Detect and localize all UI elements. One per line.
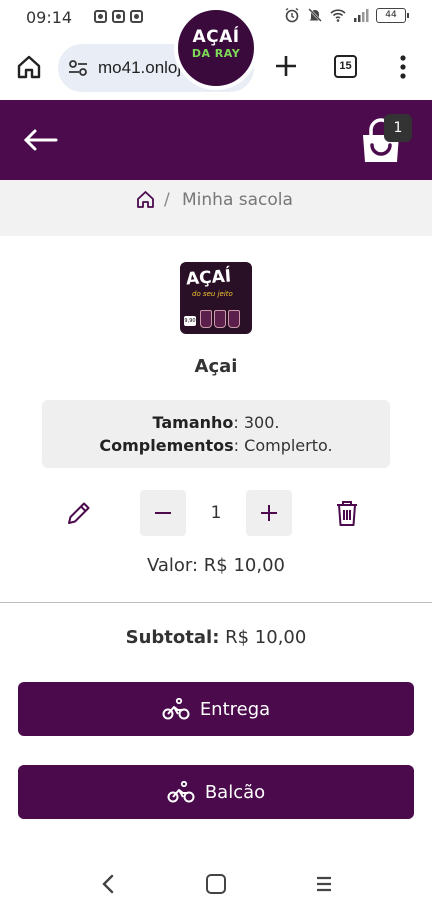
- breadcrumb-separator: /: [164, 190, 170, 210]
- nav-recents-icon[interactable]: [315, 875, 333, 893]
- product-image-title: AÇAÍ: [185, 266, 232, 290]
- counter-label: Balcão: [204, 781, 266, 803]
- system-navigation-bar: [0, 855, 432, 912]
- more-menu-icon[interactable]: [398, 54, 408, 80]
- cup-shape: [200, 310, 212, 328]
- tab-switcher-button[interactable]: 15: [334, 55, 357, 78]
- notification-icons: [94, 10, 143, 23]
- new-tab-icon[interactable]: [274, 54, 298, 78]
- edit-pencil-icon[interactable]: [66, 500, 92, 526]
- cup-shape: [228, 310, 240, 328]
- product-image-subtitle: do seu jeito: [192, 290, 233, 298]
- divider: [0, 602, 432, 603]
- logo-title: AÇAÍ: [192, 27, 240, 47]
- app-header: [0, 100, 432, 180]
- breadcrumb-current: Minha sacola: [182, 190, 293, 210]
- delivery-label: Entrega: [199, 698, 271, 720]
- logo-subtitle: DA RAY: [191, 47, 241, 60]
- delivery-button[interactable]: Entrega: [18, 682, 414, 736]
- decrease-quantity-button[interactable]: [140, 490, 186, 536]
- home-icon[interactable]: [16, 54, 42, 80]
- site-settings-icon[interactable]: [68, 59, 88, 77]
- quantity-value: 1: [210, 503, 222, 523]
- product-options: Tamanho: 300. Complementos: Complerto.: [42, 400, 390, 468]
- counter-pickup-button[interactable]: Balcão: [18, 765, 414, 819]
- notification-icon: [130, 10, 143, 23]
- product-image: AÇAÍ do seu jeito 9,90: [180, 262, 252, 334]
- option-size: Tamanho: 300.: [152, 413, 280, 432]
- item-price: Valor: R$ 10,00: [146, 555, 286, 576]
- subtotal: Subtotal: R$ 10,00: [0, 627, 432, 648]
- alarm-icon: [285, 7, 299, 23]
- breadcrumb-home-icon[interactable]: [136, 190, 155, 209]
- option-complements: Complementos: Complerto.: [99, 436, 333, 455]
- bicycle-icon: [162, 698, 190, 720]
- quantity-row: 1: [0, 490, 432, 536]
- minus-icon: [155, 512, 171, 514]
- product-image-badge: 9,90: [184, 316, 196, 326]
- signal-icon: [354, 9, 369, 22]
- wifi-icon: [330, 9, 346, 22]
- status-time: 09:14: [26, 8, 73, 27]
- cart-count-badge: 1: [384, 114, 412, 142]
- store-logo[interactable]: AÇAÍ DA RAY: [174, 6, 258, 90]
- notification-icon: [112, 10, 125, 23]
- trash-icon[interactable]: [334, 499, 360, 527]
- nav-home-icon[interactable]: [206, 874, 226, 894]
- increase-quantity-button[interactable]: [246, 490, 292, 536]
- notification-icon: [94, 10, 107, 23]
- product-name: Açai: [194, 356, 238, 377]
- subtotal-value: R$ 10,00: [219, 627, 307, 648]
- battery-icon: 44: [376, 7, 409, 23]
- plus-icon: [261, 505, 277, 521]
- nav-back-icon[interactable]: [100, 873, 116, 895]
- back-arrow-icon[interactable]: [22, 126, 58, 154]
- bicycle-icon: [167, 781, 195, 803]
- breadcrumb: / Minha sacola: [0, 180, 432, 236]
- status-right: 44: [284, 7, 409, 23]
- subtotal-label: Subtotal:: [125, 627, 220, 648]
- mute-icon: [308, 8, 322, 22]
- cup-shape: [214, 310, 226, 328]
